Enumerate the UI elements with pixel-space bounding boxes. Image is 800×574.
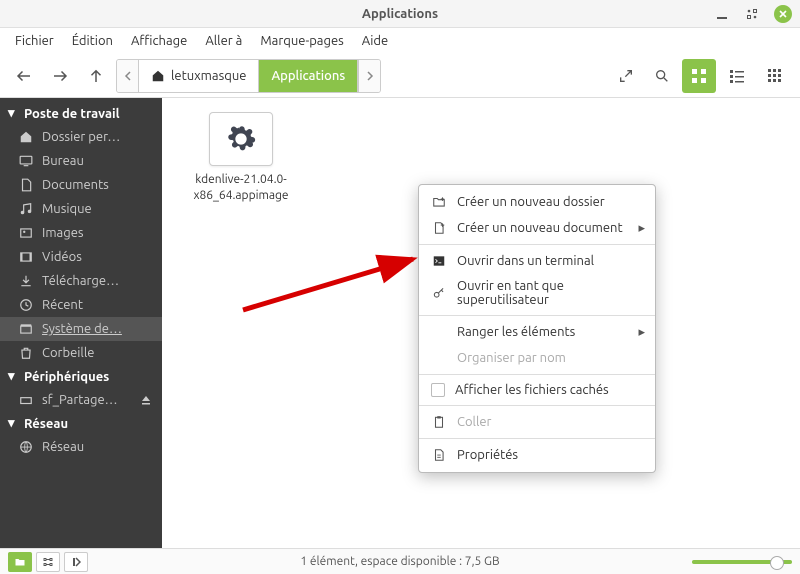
eject-icon[interactable] <box>140 394 154 406</box>
sidebar-item-music[interactable]: Musique <box>0 197 162 221</box>
separator <box>419 405 655 406</box>
terminal-icon <box>431 253 447 269</box>
places-toggle-button[interactable] <box>8 552 32 572</box>
separator <box>419 374 655 375</box>
chevron-down-icon: ▾ <box>8 369 20 384</box>
document-plus-icon <box>431 220 447 236</box>
paste-icon <box>431 414 447 430</box>
icon-view-button[interactable] <box>682 59 716 93</box>
compact-view-button[interactable] <box>758 59 792 93</box>
music-icon <box>18 201 34 217</box>
context-menu: Créer un nouveau dossier Créer un nouvea… <box>418 184 656 473</box>
back-button[interactable] <box>8 60 40 92</box>
search-button[interactable] <box>646 60 678 92</box>
download-icon <box>18 273 34 289</box>
path-next-button[interactable] <box>358 60 380 92</box>
trash-icon <box>18 345 34 361</box>
path-segment-home[interactable]: letuxmasque <box>139 60 259 92</box>
file-item[interactable]: kdenlive-21.04.0-x86_64.appimage <box>176 112 306 203</box>
filesystem-icon <box>18 321 34 337</box>
drive-icon <box>18 392 34 408</box>
sidebar-section-devices[interactable]: ▾Périphériques <box>0 365 162 388</box>
chevron-right-icon: ▸ <box>638 221 645 236</box>
path-prev-button[interactable] <box>117 60 139 92</box>
up-button[interactable] <box>80 60 112 92</box>
document-icon <box>18 177 34 193</box>
ctx-paste: Coller <box>419 409 655 435</box>
key-icon <box>431 285 447 301</box>
menu-bookmarks[interactable]: Marque-pages <box>251 30 352 52</box>
ctx-arrange[interactable]: Ranger les éléments▸ <box>419 319 655 345</box>
menu-view[interactable]: Affichage <box>122 30 196 52</box>
sidebar-item-videos[interactable]: Vidéos <box>0 245 162 269</box>
status-bar: 1 élément, espace disponible : 7,5 GB <box>0 548 800 574</box>
home-icon <box>151 69 165 83</box>
separator <box>419 438 655 439</box>
title-bar: Applications <box>0 0 800 28</box>
sidebar: ▾Poste de travail Dossier per… Bureau Do… <box>0 98 162 548</box>
network-icon <box>18 439 34 455</box>
close-button[interactable] <box>774 5 792 23</box>
menu-help[interactable]: Aide <box>353 30 397 52</box>
list-view-button[interactable] <box>720 59 754 93</box>
sidebar-item-downloads[interactable]: Télécharge… <box>0 269 162 293</box>
file-name-label: kdenlive-21.04.0-x86_64.appimage <box>176 172 306 203</box>
separator <box>419 244 655 245</box>
gear-icon <box>209 112 273 166</box>
sidebar-section-network[interactable]: ▾Réseau <box>0 412 162 435</box>
minimize-button[interactable] <box>714 6 730 22</box>
ctx-open-terminal[interactable]: Ouvrir dans un terminal <box>419 248 655 274</box>
menu-bar: Fichier Édition Affichage Aller à Marque… <box>0 28 800 54</box>
toggle-location-button[interactable] <box>610 60 642 92</box>
sidebar-item-recent[interactable]: Récent <box>0 293 162 317</box>
sidebar-item-network[interactable]: Réseau <box>0 435 162 459</box>
sidebar-close-button[interactable] <box>64 552 88 572</box>
sidebar-item-shared-drive[interactable]: sf_Partage… <box>0 388 162 412</box>
forward-button[interactable] <box>44 60 76 92</box>
sidebar-item-filesystem[interactable]: Système de… <box>0 317 162 341</box>
menu-edit[interactable]: Édition <box>63 30 122 52</box>
image-icon <box>18 225 34 241</box>
recent-icon <box>18 297 34 313</box>
sidebar-section-workstation[interactable]: ▾Poste de travail <box>0 102 162 125</box>
folder-plus-icon <box>431 194 447 210</box>
ctx-new-document[interactable]: Créer un nouveau document▸ <box>419 215 655 241</box>
menu-go[interactable]: Aller à <box>196 30 251 52</box>
toolbar: letuxmasque Applications <box>0 54 800 98</box>
zoom-slider[interactable] <box>692 560 792 564</box>
ctx-show-hidden[interactable]: Afficher les fichiers cachés <box>419 378 655 402</box>
desktop-icon <box>18 153 34 169</box>
path-segment-current[interactable]: Applications <box>259 60 358 92</box>
ctx-new-folder[interactable]: Créer un nouveau dossier <box>419 189 655 215</box>
status-text: 1 élément, espace disponible : 7,5 GB <box>300 555 499 568</box>
separator <box>419 315 655 316</box>
ctx-open-root[interactable]: Ouvrir en tant que superutilisateur <box>419 274 655 312</box>
sidebar-item-desktop[interactable]: Bureau <box>0 149 162 173</box>
sidebar-item-documents[interactable]: Documents <box>0 173 162 197</box>
maximize-button[interactable] <box>744 6 760 22</box>
home-icon <box>18 129 34 145</box>
tree-toggle-button[interactable] <box>36 552 60 572</box>
chevron-down-icon: ▾ <box>8 416 20 431</box>
sidebar-item-images[interactable]: Images <box>0 221 162 245</box>
chevron-right-icon: ▸ <box>638 325 645 340</box>
video-icon <box>18 249 34 265</box>
path-bar: letuxmasque Applications <box>116 59 381 93</box>
path-segment-label: letuxmasque <box>171 69 246 83</box>
properties-icon <box>431 447 447 463</box>
sidebar-item-home[interactable]: Dossier per… <box>0 125 162 149</box>
window-title: Applications <box>362 7 438 21</box>
path-segment-label: Applications <box>271 69 345 83</box>
menu-file[interactable]: Fichier <box>6 30 63 52</box>
sidebar-item-trash[interactable]: Corbeille <box>0 341 162 365</box>
chevron-down-icon: ▾ <box>8 106 20 121</box>
ctx-organize-by-name: Organiser par nom <box>419 345 655 371</box>
ctx-properties[interactable]: Propriétés <box>419 442 655 468</box>
checkbox-icon[interactable] <box>431 383 445 397</box>
